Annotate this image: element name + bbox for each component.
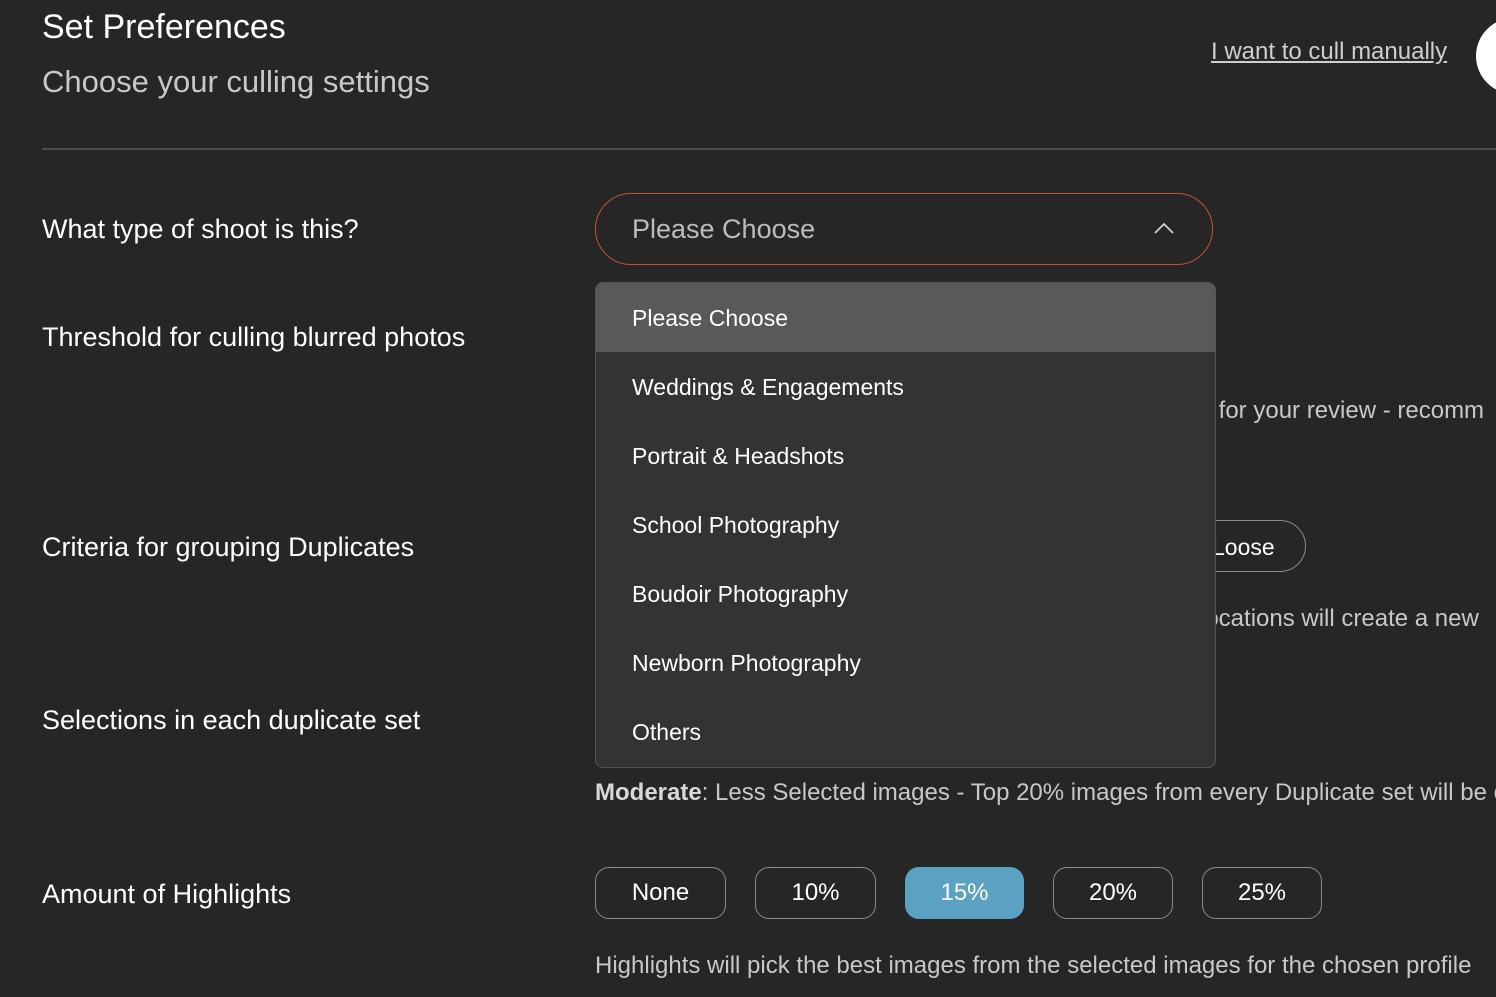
circle-button[interactable] — [1476, 18, 1496, 94]
dropdown-option-others[interactable]: Others — [596, 697, 1215, 766]
highlight-option-20[interactable]: 20% — [1053, 867, 1173, 919]
grouping-note: locations will create a new — [1200, 605, 1479, 632]
dropdown-option-label: School Photography — [632, 512, 840, 538]
highlights-note: Highlights will pick the best images fro… — [595, 952, 1472, 979]
chevron-up-icon — [1154, 222, 1174, 234]
select-value: Please Choose — [632, 214, 816, 244]
highlight-option-none[interactable]: None — [595, 867, 726, 919]
selections-note-text: : Less Selected images - Top 20% images … — [701, 779, 1496, 806]
highlight-option-25[interactable]: 25% — [1202, 867, 1322, 919]
dropdown-option-newborn-photography[interactable]: Newborn Photography — [596, 628, 1215, 697]
dropdown-option-label: Boudoir Photography — [632, 581, 849, 607]
shoot-type-select[interactable]: Please Choose — [595, 193, 1213, 265]
highlights-label: Amount of Highlights — [42, 879, 292, 909]
shoot-type-dropdown: Please Choose Weddings & Engagements Por… — [595, 282, 1216, 768]
dropdown-option-school-photography[interactable]: School Photography — [596, 490, 1215, 559]
selections-label: Selections in each duplicate set — [42, 705, 421, 735]
dropdown-option-label: Weddings & Engagements — [632, 374, 904, 400]
shoot-type-label: What type of shoot is this? — [42, 214, 359, 244]
dropdown-option-label: Others — [632, 719, 702, 745]
dropdown-option-please-choose[interactable]: Please Choose — [596, 283, 1215, 352]
dropdown-option-label: Newborn Photography — [632, 650, 861, 676]
cull-manually-link[interactable]: I want to cull manually — [1211, 38, 1447, 66]
page-subtitle: Choose your culling settings — [42, 64, 430, 99]
highlight-option-15[interactable]: 15% — [905, 867, 1024, 919]
loose-option-label: Loose — [1212, 534, 1275, 560]
dropdown-option-label: Please Choose — [632, 305, 788, 331]
dropdown-option-boudoir-photography[interactable]: Boudoir Photography — [596, 559, 1215, 628]
dropdown-option-weddings-engagements[interactable]: Weddings & Engagements — [596, 352, 1215, 421]
page-title: Set Preferences — [42, 8, 286, 46]
blur-threshold-note: s for your review - recomm — [1200, 397, 1485, 424]
selections-note-level: Moderate — [595, 779, 702, 806]
selections-note: Moderate: Less Selected images - Top 20%… — [595, 779, 1496, 807]
header-divider — [42, 148, 1496, 150]
grouping-criteria-label: Criteria for grouping Duplicates — [42, 532, 415, 562]
preferences-page: Set Preferences Choose your culling sett… — [0, 0, 1496, 997]
highlight-option-10[interactable]: 10% — [755, 867, 876, 919]
dropdown-option-label: Portrait & Headshots — [632, 443, 845, 469]
blur-threshold-label: Threshold for culling blurred photos — [42, 322, 466, 352]
dropdown-option-portrait-headshots[interactable]: Portrait & Headshots — [596, 421, 1215, 490]
